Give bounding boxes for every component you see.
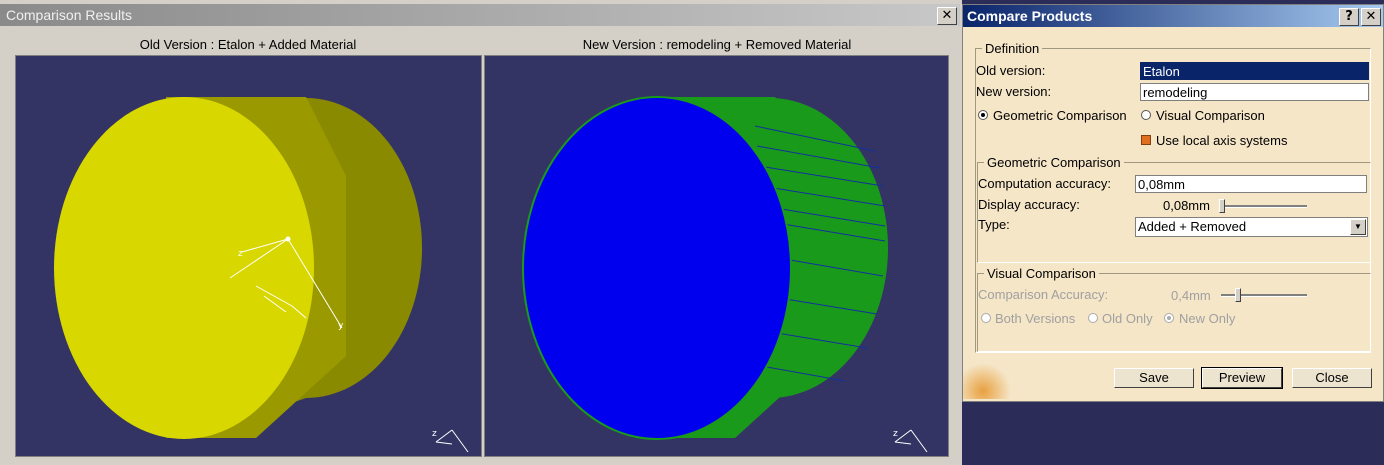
comparison-accuracy-slider[interactable] [1235,288,1241,302]
catia-logo-icon [963,361,1011,399]
visual-comparison-radio[interactable] [1141,110,1151,120]
results-title-bar[interactable]: Comparison Results [0,4,960,26]
preview-button[interactable]: Preview [1201,367,1283,389]
both-versions-radio[interactable] [981,313,991,323]
old-viewport-label: Old Version : Etalon + Added Material [139,37,357,52]
both-versions-label[interactable]: Both Versions [995,311,1075,326]
save-button[interactable]: Save [1114,368,1194,388]
dialog-close-x-button[interactable]: ✕ [1361,8,1381,26]
new-compass-icon [894,429,928,453]
old-version-field[interactable]: Etalon [1140,62,1369,80]
comparison-accuracy-value: 0,4mm [1171,288,1211,303]
display-accuracy-track [1219,205,1307,208]
comparison-accuracy-label: Comparison Accuracy: [978,287,1109,302]
new-only-radio[interactable] [1164,313,1174,323]
old-only-radio[interactable] [1088,313,1098,323]
old-compass-icon [435,429,469,453]
old-version-viewport[interactable]: z y z [15,55,482,457]
computation-accuracy-label: Computation accuracy: [978,176,1111,191]
new-version-field[interactable]: remodeling [1140,83,1369,101]
dialog-title-bar[interactable]: Compare Products [963,5,1383,27]
geometric-comparison-label[interactable]: Geometric Comparison [993,108,1127,123]
geometric-legend: Geometric Comparison [987,155,1121,170]
type-select-value: Added + Removed [1138,219,1247,234]
new-version-viewport[interactable]: z [484,55,949,457]
type-label: Type: [978,217,1010,232]
definition-legend: Definition [985,41,1040,56]
local-axis-label[interactable]: Use local axis systems [1156,133,1287,148]
visual-legend: Visual Comparison [987,266,1096,281]
new-viewport-label: New Version : remodeling + Removed Mater… [582,37,852,52]
help-button[interactable]: ? [1339,8,1359,26]
comparison-accuracy-track [1221,294,1307,297]
visual-comparison-group: Visual Comparison [977,266,1371,352]
old-compass-z-label: z [432,429,437,439]
computation-accuracy-field[interactable]: 0,08mm [1135,175,1367,193]
local-axis-checkbox[interactable] [1141,135,1151,145]
old-gizmo-z-label: z [238,249,243,259]
dialog-title: Compare Products [967,8,1093,24]
visual-comparison-label[interactable]: Visual Comparison [1156,108,1265,123]
new-only-label[interactable]: New Only [1179,311,1235,326]
new-compass-z-label: z [893,429,898,439]
old-only-label[interactable]: Old Only [1102,311,1153,326]
compare-products-dialog: Compare Products ? ✕ Definition Old vers… [962,4,1384,402]
old-version-label: Old version: [976,63,1046,78]
new-version-label: New version: [976,84,1052,99]
results-close-button[interactable]: ✕ [937,7,957,25]
new-cylinder-face [522,96,792,440]
type-select[interactable]: Added + Removed [1135,217,1368,237]
results-title: Comparison Results [6,7,133,23]
close-button[interactable]: Close [1292,368,1372,388]
chevron-down-icon[interactable]: ▼ [1350,219,1366,235]
display-accuracy-slider[interactable] [1219,199,1225,213]
new-model-render: z [522,96,928,453]
old-model-render: z y z [54,97,469,453]
display-accuracy-label: Display accuracy: [978,197,1080,212]
display-accuracy-value: 0,08mm [1163,198,1210,213]
geometric-comparison-radio[interactable] [978,110,988,120]
old-cylinder-face [54,97,314,439]
comparison-results-window: Comparison Results ✕ Old Version : Etalo… [0,0,962,465]
old-gizmo-y-label: y [338,321,344,331]
